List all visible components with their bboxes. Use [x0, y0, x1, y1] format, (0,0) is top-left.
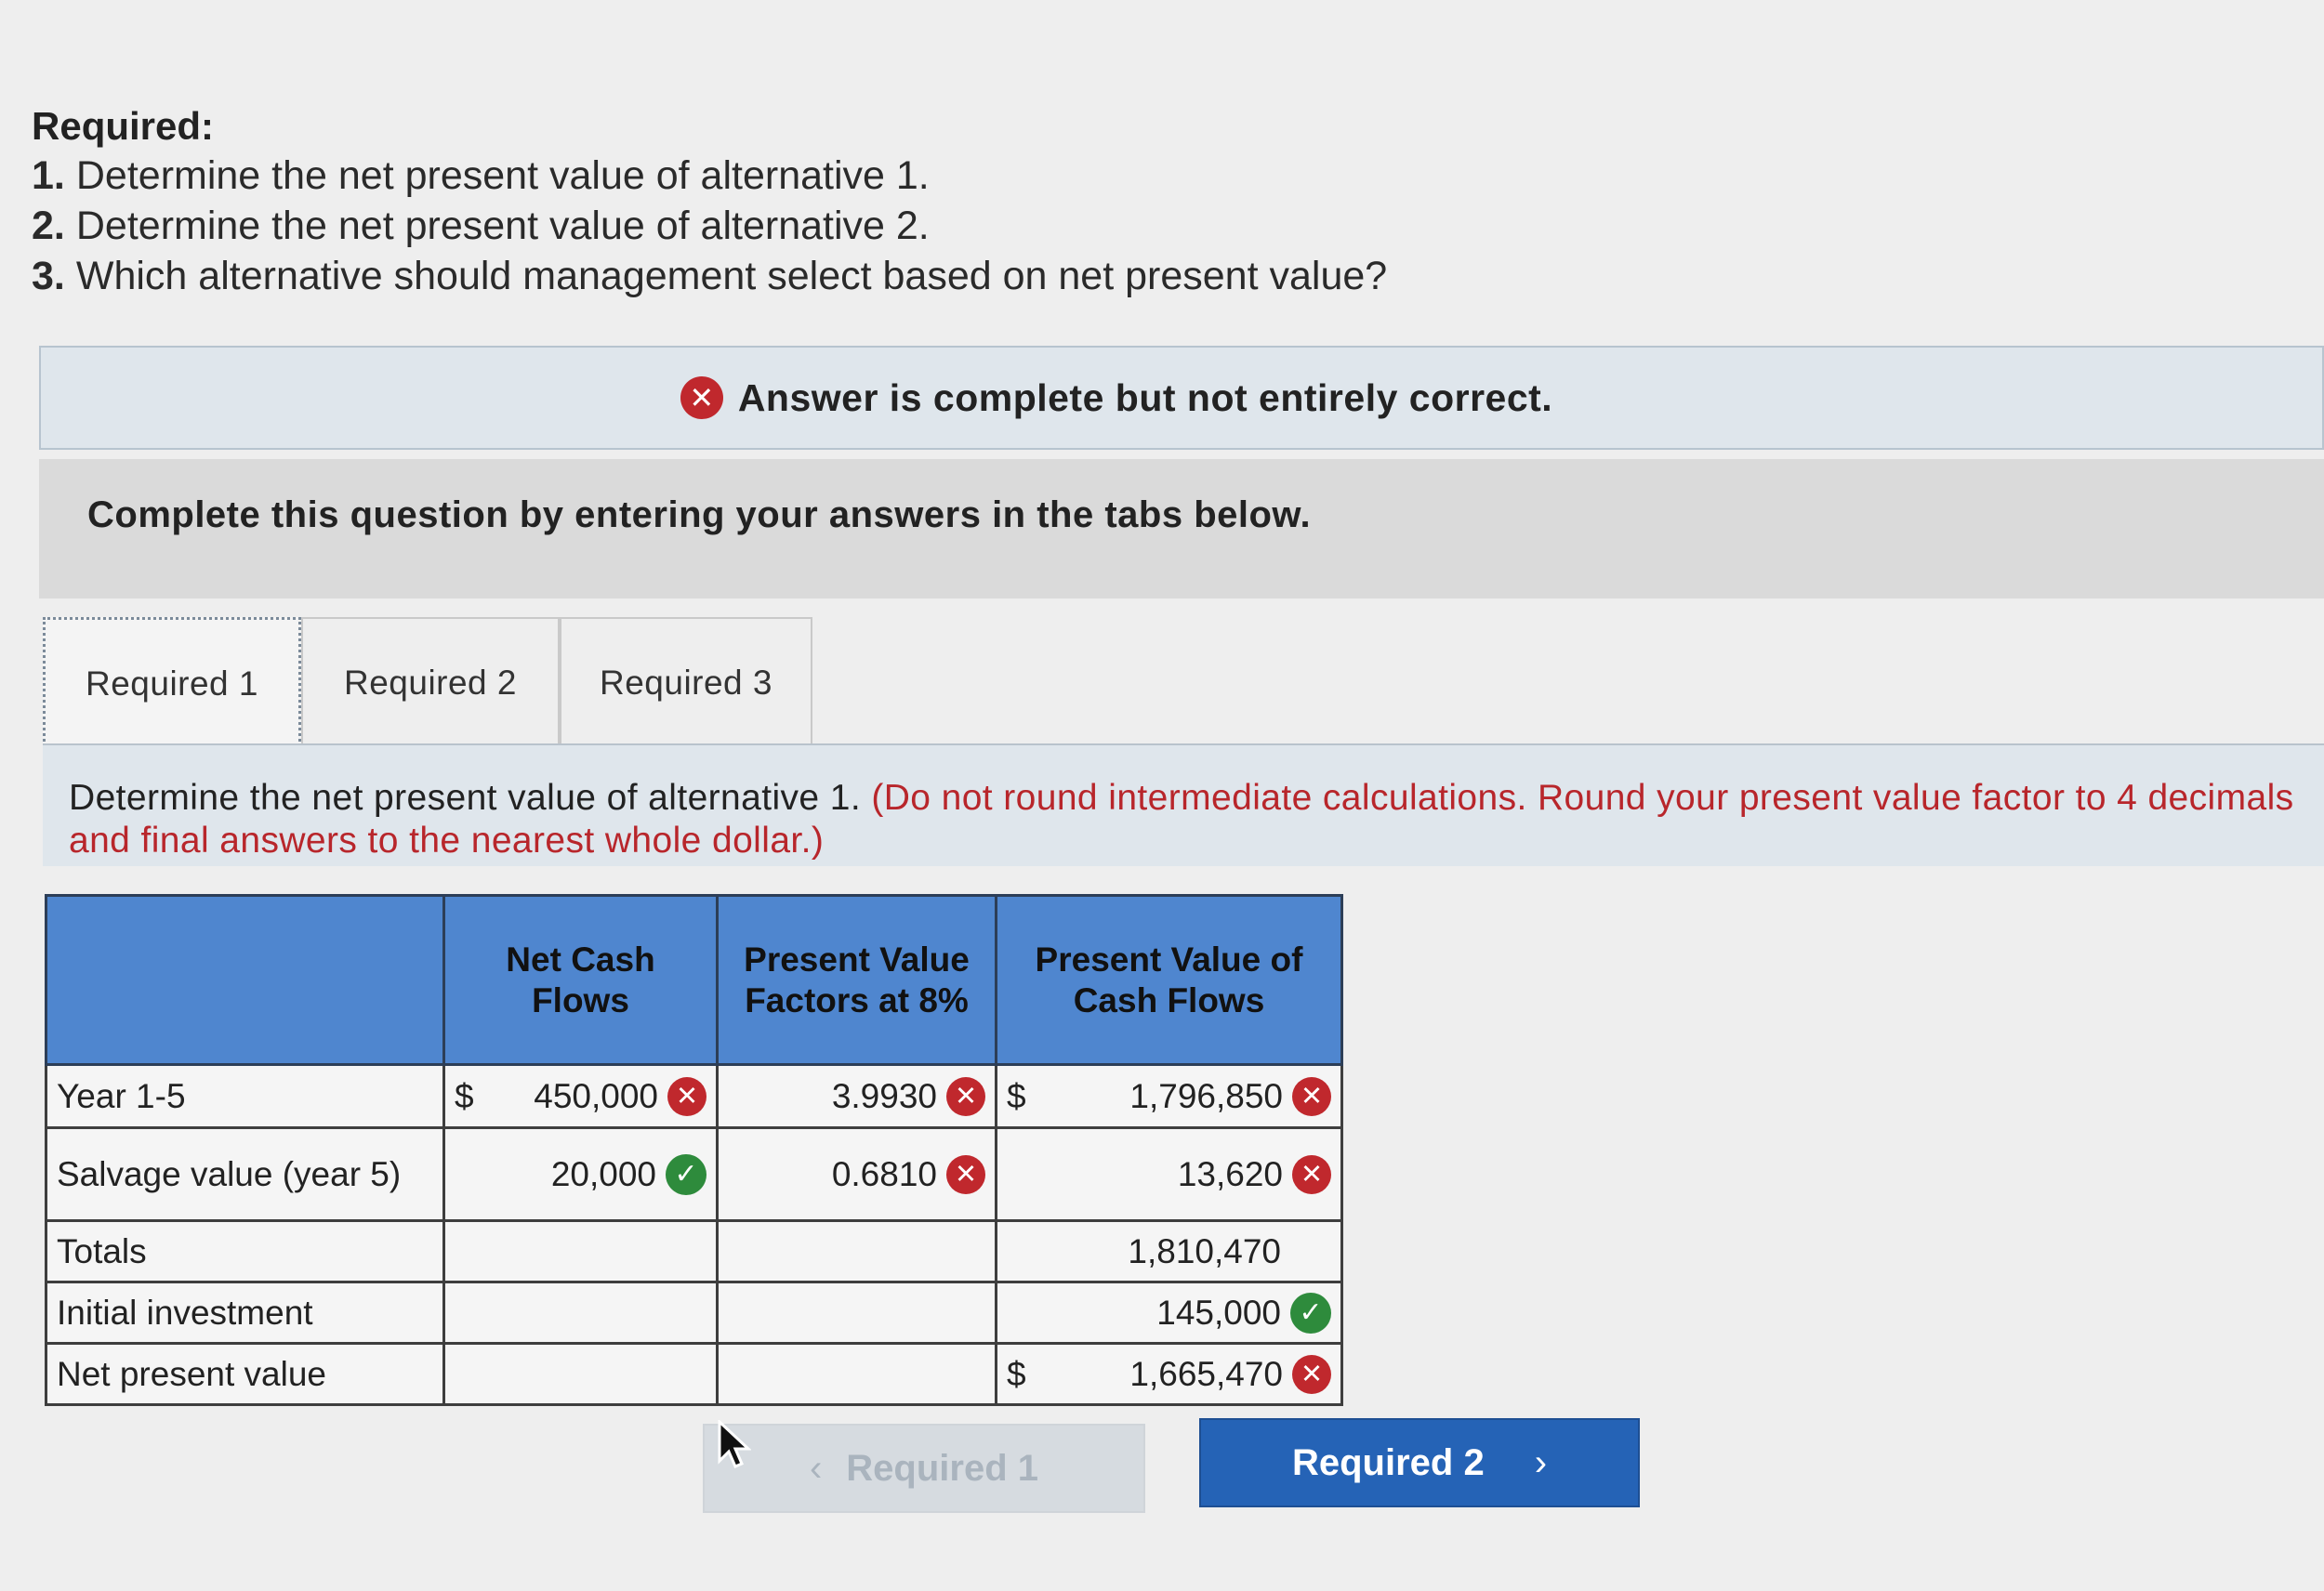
cell-value: 3.9930 [831, 1076, 937, 1115]
cell-value: 1,796,850 [1129, 1076, 1283, 1115]
empty-cell [716, 1281, 997, 1345]
cell-value: 450,000 [534, 1076, 658, 1115]
required-item-3: 3. Which alternative should management se… [32, 254, 1388, 298]
row-label: Totals [45, 1219, 445, 1283]
incorrect-icon: ✕ [946, 1154, 985, 1194]
pv-factor-input[interactable]: 3.9930 ✕ [716, 1063, 997, 1129]
table-row: Year 1-5 $450,000 ✕ 3.9930 ✕ $1,796,850 ✕ [45, 1063, 1343, 1129]
cell-value: 145,000 [1156, 1293, 1281, 1332]
prev-button-label: Required 1 [846, 1447, 1039, 1489]
cell-value: 1,810,470 [1128, 1231, 1281, 1270]
required-title: Required: [32, 104, 215, 148]
instruction-text: Complete this question by entering your … [87, 494, 1312, 535]
net-cash-flow-input[interactable]: $450,000 ✕ [442, 1063, 719, 1129]
required-section: Required: 1. Determine the net present va… [32, 102, 1387, 301]
pv-cash-flow-input[interactable]: 13,620 ✕ [995, 1126, 1343, 1222]
feedback-banner: ✕ Answer is complete but not entirely co… [39, 346, 2324, 450]
empty-cell [442, 1281, 719, 1345]
tab-required-2[interactable]: Required 2 [301, 617, 560, 747]
chevron-right-icon: › [1534, 1441, 1548, 1483]
check-circle-icon: ✓ [666, 1153, 706, 1195]
row-label: Year 1-5 [45, 1063, 445, 1129]
dollar-sign: $ [1007, 1354, 1026, 1393]
empty-cell [442, 1219, 719, 1283]
dollar-sign: $ [455, 1076, 474, 1115]
cell-value: 1,665,470 [1129, 1354, 1283, 1393]
header-blank [45, 894, 445, 1066]
next-required-button[interactable]: Required 2 › [1199, 1418, 1640, 1507]
required-item-2: 2. Determine the net present value of alt… [32, 204, 930, 248]
check-circle-icon: ✓ [1290, 1292, 1331, 1334]
incorrect-icon: ✕ [1292, 1154, 1331, 1194]
table-row: Initial investment 145,000 ✓ [45, 1281, 1343, 1345]
next-button-label: Required 2 [1291, 1441, 1485, 1483]
tab-required-1[interactable]: Required 1 [43, 617, 301, 747]
question-prompt: Determine the net present value of alter… [43, 745, 2324, 866]
pv-total-cell[interactable]: 1,810,470 [995, 1219, 1343, 1283]
incorrect-icon: ✕ [1292, 1076, 1331, 1116]
row-label: Net present value [45, 1342, 445, 1406]
dollar-sign: $ [1007, 1076, 1026, 1115]
tab-required-3[interactable]: Required 3 [560, 617, 812, 747]
tab-bar: Required 1 Required 2 Required 3 [43, 617, 812, 747]
header-pv-cash-flows: Present Value of Cash Flows [995, 894, 1343, 1066]
initial-investment-input[interactable]: 145,000 ✓ [995, 1281, 1343, 1345]
incorrect-icon: ✕ [946, 1076, 985, 1116]
header-net-cash-flows: Net Cash Flows [442, 894, 719, 1066]
header-pv-factors: Present Value Factors at 8% [716, 894, 997, 1066]
pv-cash-flow-input[interactable]: $1,796,850 ✕ [995, 1063, 1343, 1129]
required-item-1: 1. Determine the net present value of alt… [32, 153, 930, 198]
prompt-text: Determine the net present value of alter… [69, 777, 2300, 862]
cell-value: 20,000 [550, 1154, 656, 1193]
pv-factor-input[interactable]: 0.6810 ✕ [716, 1126, 997, 1222]
chevron-left-icon: ‹ [809, 1447, 823, 1489]
prev-required-button[interactable]: ‹ Required 1 [703, 1424, 1145, 1513]
row-label: Initial investment [45, 1281, 445, 1345]
incorrect-icon: ✕ [667, 1076, 706, 1116]
empty-cell [716, 1342, 997, 1406]
npv-table: Net Cash Flows Present Value Factors at … [45, 894, 1343, 1406]
npv-result-input[interactable]: $1,665,470 ✕ [995, 1342, 1343, 1406]
required-list: 1. Determine the net present value of alt… [32, 151, 1387, 301]
prompt-main: Determine the net present value of alter… [69, 778, 862, 818]
row-label: Salvage value (year 5) [45, 1126, 445, 1222]
instruction-panel: Complete this question by entering your … [39, 459, 2324, 598]
table-row: Totals 1,810,470 [45, 1219, 1343, 1283]
feedback-message: Answer is complete but not entirely corr… [737, 375, 1553, 419]
table-row: Salvage value (year 5) 20,000 ✓ 0.6810 ✕ 1… [45, 1126, 1343, 1222]
empty-cell [716, 1219, 997, 1283]
mouse-cursor-icon [718, 1420, 751, 1468]
cell-value: 0.6810 [831, 1154, 937, 1193]
cell-value: 13,620 [1177, 1154, 1283, 1193]
empty-cell [442, 1342, 719, 1406]
net-cash-flow-input[interactable]: 20,000 ✓ [442, 1126, 719, 1222]
incorrect-icon: ✕ [1292, 1354, 1331, 1394]
x-circle-icon: ✕ [680, 376, 723, 419]
table-row: Net present value $1,665,470 ✕ [45, 1342, 1343, 1406]
